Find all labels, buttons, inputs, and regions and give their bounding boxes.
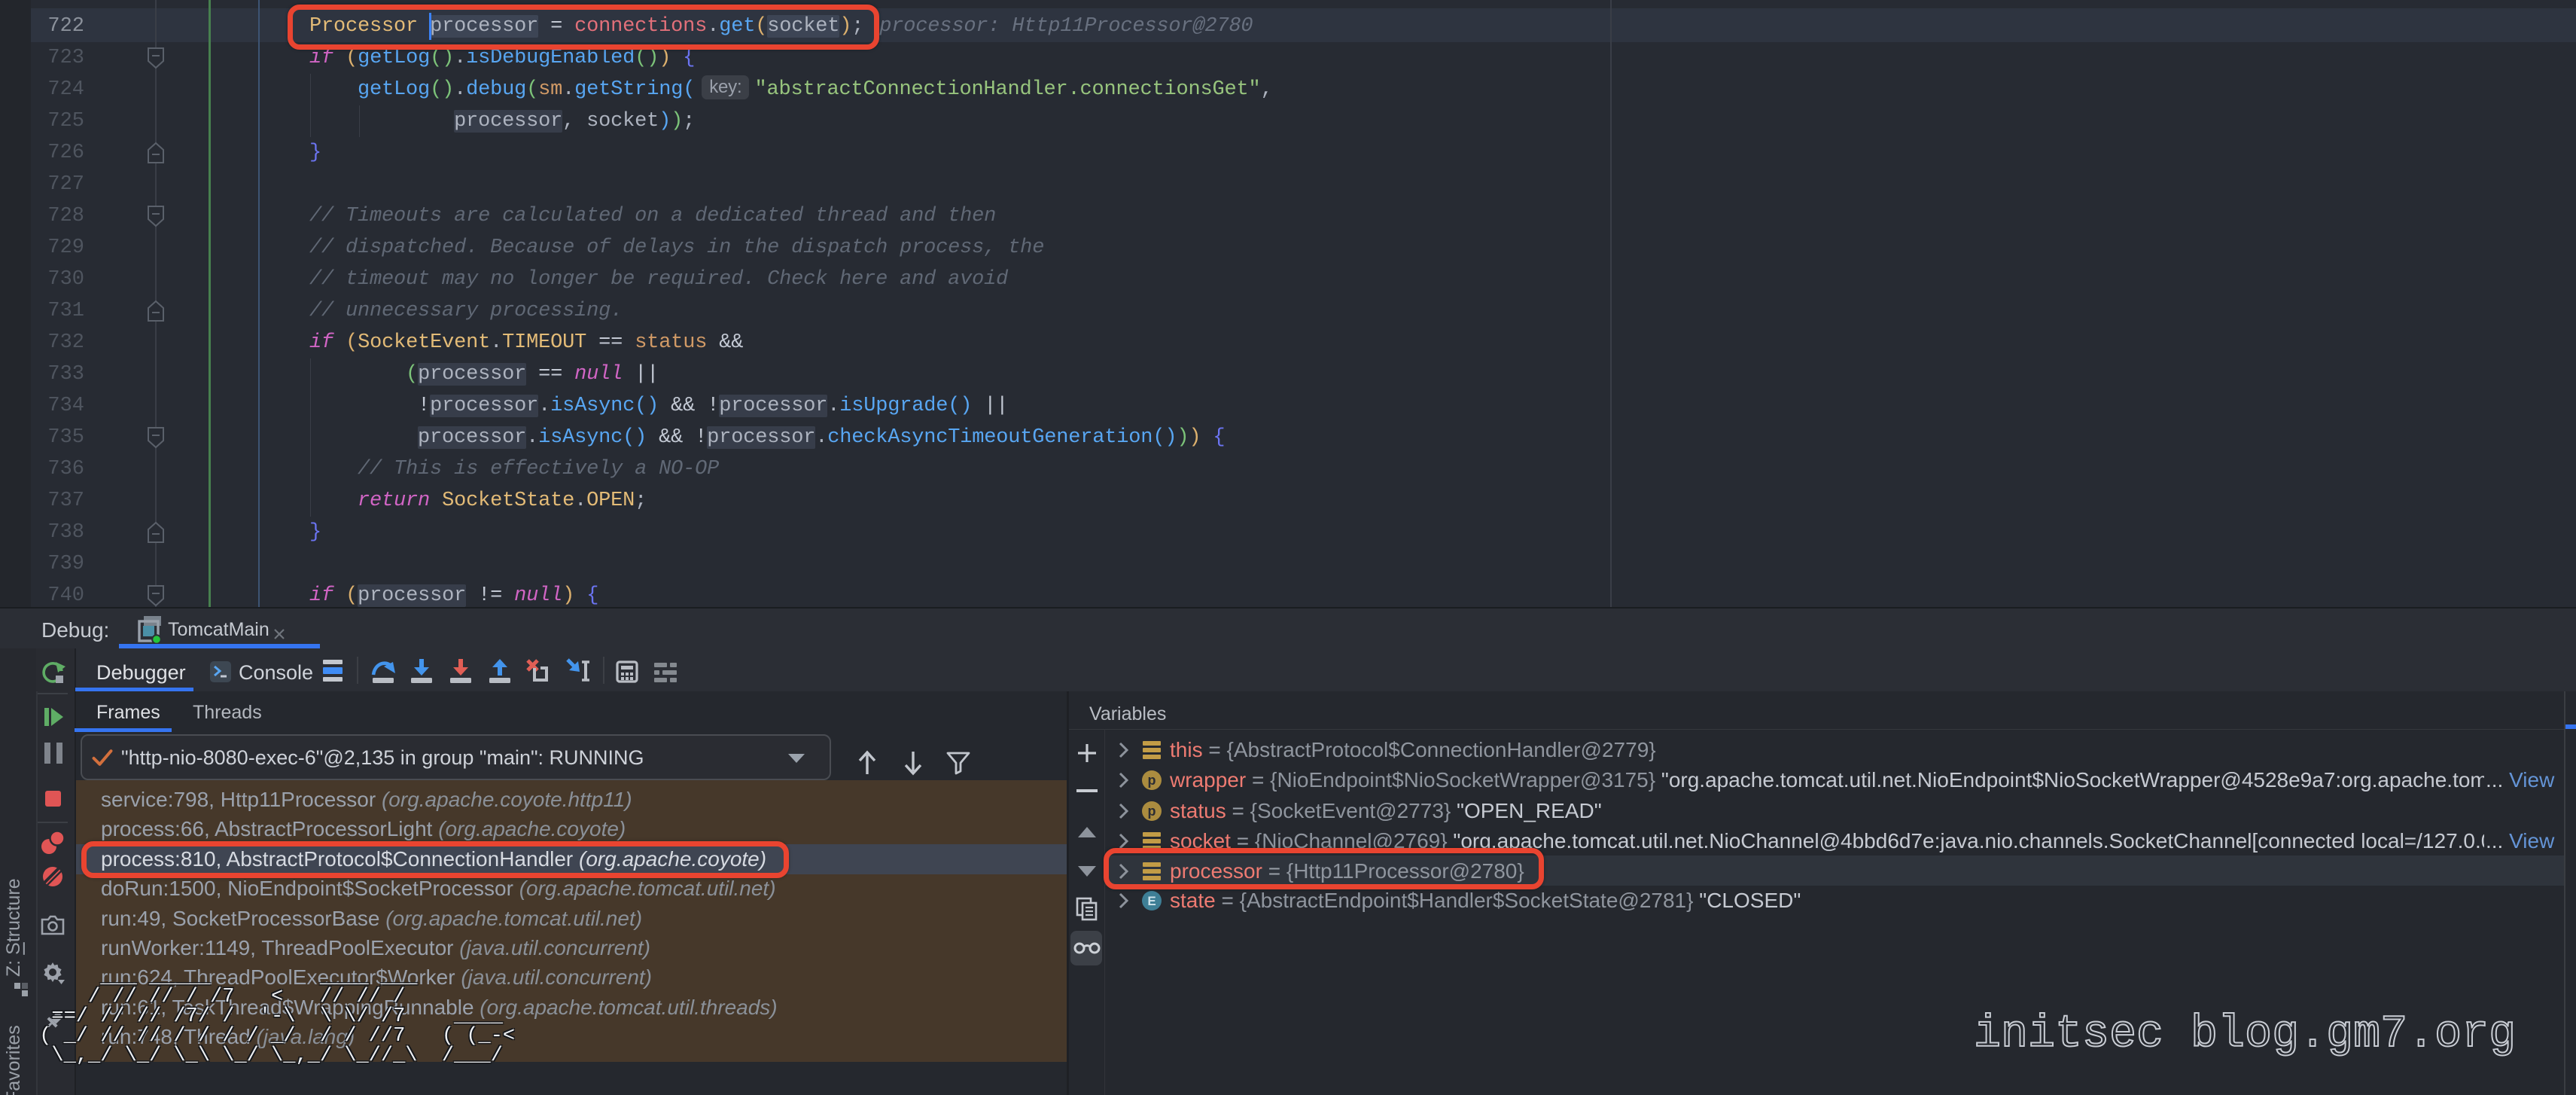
svg-text:p: p [1148, 773, 1156, 788]
svg-text:p: p [1148, 804, 1156, 819]
svg-text:E: E [1147, 894, 1156, 908]
